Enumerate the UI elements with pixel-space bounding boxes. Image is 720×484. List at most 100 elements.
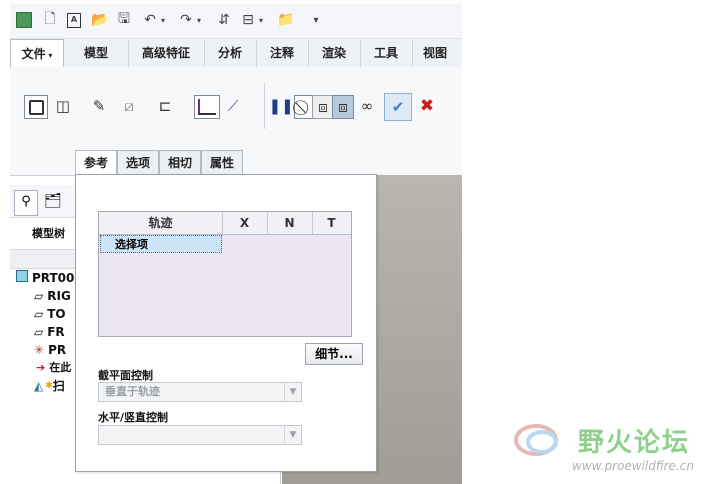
tab-options[interactable]: 选项 xyxy=(117,150,159,176)
pause-icon[interactable]: ❚❚ xyxy=(268,95,293,117)
column-trajectory: 轨迹 xyxy=(99,212,223,234)
column-t: T xyxy=(327,216,336,230)
tree-item-label: TO xyxy=(47,307,66,321)
tab-properties-label: 属性 xyxy=(209,156,234,170)
chevron-down-icon: ▼ xyxy=(284,426,301,444)
tree-item-label: FR xyxy=(47,325,65,339)
section-plane-control-value: 垂直于轨迹 xyxy=(105,385,160,398)
variable-section-icon[interactable]: ⟋ xyxy=(222,95,244,117)
tree-item-right-plane[interactable]: ▱ RIG xyxy=(34,287,71,305)
section-plane-control-select[interactable]: 垂直于轨迹 ▼ xyxy=(98,382,302,402)
undo-dropdown-icon[interactable]: ▾ xyxy=(158,10,168,30)
menu-analysis-label: 分析 xyxy=(217,46,242,60)
menu-model[interactable]: 模型 xyxy=(64,39,129,67)
watermark-url: www.proewildfire.cn xyxy=(572,459,694,473)
horiz-vert-control-label: 水平/竖直控制 xyxy=(98,411,169,424)
menu-file-label: 文件 xyxy=(21,47,46,61)
sweep-solid-icon[interactable] xyxy=(24,95,48,119)
menu-advanced-features[interactable]: 高级特征 xyxy=(128,39,205,67)
open-folder-icon[interactable]: 📂 xyxy=(90,10,110,30)
tree-item-top-plane[interactable]: ▱ TO xyxy=(34,305,66,323)
ribbon-separator xyxy=(264,83,265,129)
tab-references-label: 参考 xyxy=(83,156,108,170)
watermark-logo xyxy=(512,420,568,460)
menu-render-label: 渲染 xyxy=(321,46,346,60)
references-panel: 轨迹 X N T 选择项 细节... 截平面控制 垂直于轨迹 ▼ 水平/竖直控制… xyxy=(75,174,377,472)
menu-bar: 文件 ▾ 模型 高级特征 分析 注释 渲染 工具 视图 xyxy=(10,39,462,68)
menu-model-label: 模型 xyxy=(83,46,108,60)
sweep-surface-icon[interactable]: ◫ xyxy=(52,95,74,117)
watermark-text: 野火论坛 xyxy=(578,428,691,458)
save-icon[interactable]: 🖫 xyxy=(114,10,134,30)
app-icon[interactable] xyxy=(14,10,34,30)
preview-feature-icon[interactable]: ⧈ xyxy=(332,95,354,119)
menu-annotate[interactable]: 注释 xyxy=(256,39,309,67)
remove-material-icon[interactable]: ⊏ xyxy=(154,95,176,117)
tab-tangency-label: 相切 xyxy=(167,156,192,170)
trajectory-table[interactable]: 轨迹 X N T 选择项 xyxy=(98,211,352,337)
menu-analysis[interactable]: 分析 xyxy=(204,39,257,67)
insert-arrow-icon: ➔ xyxy=(36,361,46,374)
menu-render[interactable]: 渲染 xyxy=(308,39,361,67)
tree-item-csys[interactable]: ✳ PR xyxy=(34,341,66,359)
sweep-feature-icon: ◭ xyxy=(34,379,44,393)
tab-tangency[interactable]: 相切 xyxy=(159,150,201,176)
quick-access-toolbar: 🗋 A 📂 🖫 ↶ ▾ ↷ ▾ ⇵ ⊟ ▾ 📁 ▾ xyxy=(10,4,462,39)
details-button[interactable]: 细节... xyxy=(305,343,363,365)
tree-item-insert-here[interactable]: ➔ 在此 xyxy=(36,359,71,377)
tab-options-label: 选项 xyxy=(125,156,150,170)
sketch-icon[interactable]: ✎ xyxy=(88,95,110,117)
close-window-icon[interactable]: 📁 xyxy=(276,10,296,30)
part-icon xyxy=(16,270,28,282)
tree-item-label: 在此 xyxy=(49,361,72,374)
text-icon[interactable]: A xyxy=(64,10,84,30)
regenerate-icon[interactable]: ⇵ xyxy=(214,10,234,30)
windows-icon[interactable]: ⊟ xyxy=(238,10,258,30)
tab-references[interactable]: 参考 xyxy=(75,150,117,177)
coordinate-system-icon: ✳ xyxy=(34,343,45,357)
folder-browser-tab-icon[interactable]: 🗂 xyxy=(42,190,64,214)
tree-item-part[interactable]: PRT00 xyxy=(16,269,74,287)
no-preview-icon[interactable]: ⃠ xyxy=(294,95,314,119)
datum-plane-icon: ▱ xyxy=(34,289,44,303)
model-tree-tab-icon[interactable]: ⚲ xyxy=(14,190,38,216)
tree-item-label: PR xyxy=(48,343,67,357)
datum-plane-icon: ▱ xyxy=(34,325,44,339)
trajectory-table-header: 轨迹 X N T xyxy=(99,212,351,235)
column-x: X xyxy=(222,212,268,234)
new-feature-star-icon: ✱ xyxy=(45,381,53,391)
menu-advanced-features-label: 高级特征 xyxy=(141,46,190,60)
tree-item-label: PRT00 xyxy=(32,271,75,285)
chevron-down-icon: ▾ xyxy=(45,51,53,60)
tree-item-sweep[interactable]: ◭ ✱扫 xyxy=(34,377,65,395)
windows-dropdown-icon[interactable]: ▾ xyxy=(256,10,266,30)
preview-geometry-icon[interactable]: ⧈ xyxy=(312,95,334,119)
tree-item-label: 扫 xyxy=(52,379,65,393)
tab-properties[interactable]: 属性 xyxy=(201,150,243,176)
confirm-check-icon[interactable]: ✔ xyxy=(384,93,412,121)
menu-tools-label: 工具 xyxy=(373,46,398,60)
horiz-vert-control-select[interactable]: ▼ xyxy=(98,425,302,445)
new-file-icon[interactable]: 🗋 xyxy=(40,10,60,30)
constant-section-icon[interactable] xyxy=(194,95,220,119)
tree-item-label: RIG xyxy=(47,289,71,303)
menu-view[interactable]: 视图 xyxy=(412,39,458,67)
menu-tools[interactable]: 工具 xyxy=(360,39,413,67)
column-n: N xyxy=(267,212,313,234)
section-plane-control-label: 截平面控制 xyxy=(98,369,153,382)
model-tree-label: 模型树 xyxy=(32,227,65,240)
menu-file[interactable]: 文件 ▾ xyxy=(10,39,64,67)
undo-icon[interactable]: ↶ xyxy=(140,10,160,30)
customize-toolbar-icon[interactable]: ▾ xyxy=(306,10,326,30)
menu-view-label: 视图 xyxy=(422,46,447,60)
redo-icon[interactable]: ↷ xyxy=(176,10,196,30)
select-item-cell[interactable]: 选择项 xyxy=(100,235,222,253)
cancel-x-icon[interactable]: ✖ xyxy=(416,95,438,117)
redo-dropdown-icon[interactable]: ▾ xyxy=(194,10,204,30)
menu-annotate-label: 注释 xyxy=(269,46,294,60)
verify-glasses-icon[interactable]: ∞ xyxy=(356,95,378,117)
thin-icon[interactable]: ⧄ xyxy=(118,95,140,117)
chevron-down-icon: ▼ xyxy=(284,383,301,401)
tree-item-front-plane[interactable]: ▱ FR xyxy=(34,323,65,341)
datum-plane-icon: ▱ xyxy=(34,307,44,321)
